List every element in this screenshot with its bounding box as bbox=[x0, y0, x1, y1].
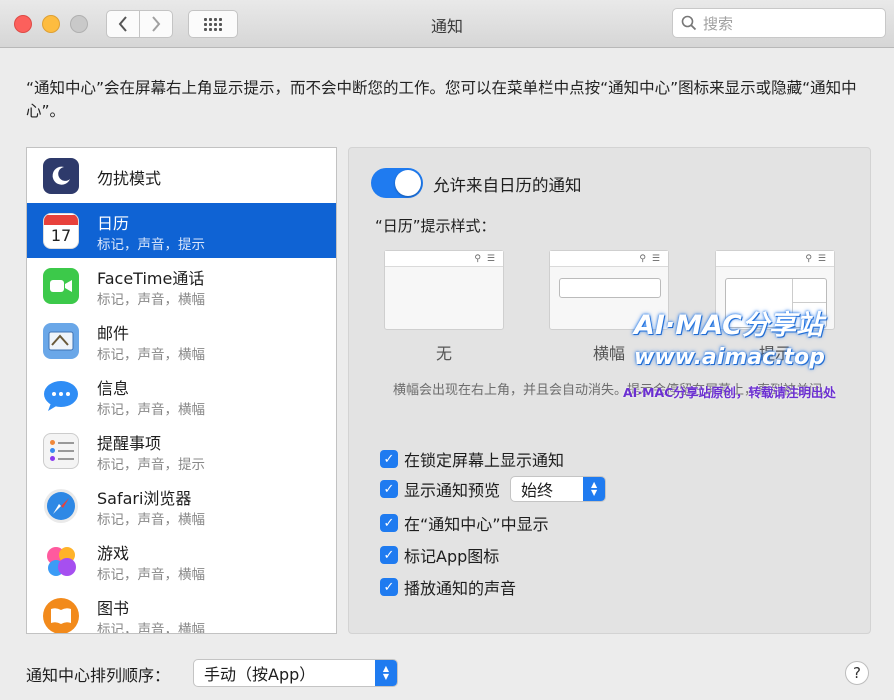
item-label: 勿扰模式 bbox=[97, 169, 162, 188]
search-icon: ⚲ bbox=[805, 253, 812, 264]
watermark-line-2: www.aimac.top bbox=[634, 345, 825, 370]
watermark-line-3: AI·MAC分享站原创，转载请注明出处 bbox=[623, 385, 836, 400]
banner-preview bbox=[559, 278, 661, 298]
reminders-icon bbox=[43, 432, 79, 469]
search-input[interactable]: 搜索 bbox=[672, 8, 886, 38]
list-item-reminders[interactable]: 提醒事项 标记，声音，提示 bbox=[27, 423, 336, 478]
item-sublabel: 标记，声音，横幅 bbox=[97, 567, 205, 583]
checkbox-label: 标记App图标 bbox=[404, 547, 500, 566]
checkbox[interactable]: ✓ bbox=[380, 450, 398, 468]
help-icon: ? bbox=[853, 664, 861, 682]
item-sublabel: 标记，声音，横幅 bbox=[97, 402, 205, 418]
alert-style-label: “日历”提示样式： bbox=[375, 217, 496, 235]
item-label: 信息 bbox=[97, 379, 130, 398]
checkbox-label: 显示通知预览 bbox=[404, 481, 501, 500]
list-item-game-center[interactable]: 游戏 标记，声音，横幅 bbox=[27, 533, 336, 588]
checkbox[interactable]: ✓ bbox=[380, 578, 398, 596]
item-sublabel: 标记，声音，横幅 bbox=[97, 347, 205, 363]
sort-order-popup[interactable]: 手动（按App） ▲ ▼ bbox=[193, 659, 398, 687]
list-item-do-not-disturb[interactable]: 勿扰模式 bbox=[27, 148, 336, 203]
popup-value: 始终 bbox=[521, 481, 554, 500]
toolbar: 通知 搜索 bbox=[0, 0, 894, 48]
description-text: “通知中心”会在屏幕右上角显示提示，而不会中断您的工作。您可以在菜单栏中点按“通… bbox=[26, 79, 857, 120]
list-icon: ☰ bbox=[651, 253, 660, 264]
checkbox[interactable]: ✓ bbox=[380, 546, 398, 564]
item-label: 图书 bbox=[97, 599, 130, 618]
checkbox-row[interactable]: ✓ 播放通知的声音 bbox=[380, 576, 516, 598]
game-center-icon bbox=[43, 543, 79, 579]
allow-notifications-label: 允许来自日历的通知 bbox=[433, 176, 582, 195]
item-sublabel: 标记，声音，横幅 bbox=[97, 292, 205, 308]
item-label: 日历 bbox=[97, 214, 130, 233]
item-sublabel: 标记，声音，横幅 bbox=[97, 512, 205, 528]
checkbox-row[interactable]: ✓ 显示通知预览 始终 ▲ ▼ bbox=[380, 476, 607, 502]
item-label: Safari浏览器 bbox=[97, 489, 192, 508]
list-icon: ☰ bbox=[817, 253, 826, 264]
help-button[interactable]: ? bbox=[845, 661, 869, 685]
search-icon: ⚲ bbox=[474, 253, 481, 264]
checkbox[interactable]: ✓ bbox=[380, 480, 398, 498]
books-icon bbox=[43, 597, 79, 633]
item-label: 邮件 bbox=[97, 324, 130, 343]
sort-order-label: 通知中心排列顺序： bbox=[26, 666, 171, 685]
item-label: 游戏 bbox=[97, 544, 130, 563]
mail-icon bbox=[43, 322, 79, 359]
list-item-safari[interactable]: Safari浏览器 标记，声音，横幅 bbox=[27, 478, 336, 533]
style-name-none: 无 bbox=[435, 344, 452, 363]
list-item-messages[interactable]: 信息 标记，声音，横幅 bbox=[27, 368, 336, 423]
item-sublabel: 标记，声音，横幅 bbox=[97, 622, 205, 634]
search-icon bbox=[681, 15, 697, 31]
checkbox-label: 播放通知的声音 bbox=[404, 579, 517, 598]
facetime-icon bbox=[43, 267, 79, 304]
messages-icon bbox=[43, 378, 79, 414]
checkbox-label: 在锁定屏幕上显示通知 bbox=[404, 451, 565, 470]
list-item-mail[interactable]: 邮件 标记，声音，横幅 bbox=[27, 313, 336, 368]
style-option-none[interactable]: ⚲ ☰ bbox=[384, 250, 504, 330]
search-icon: ⚲ bbox=[639, 253, 646, 264]
search-placeholder: 搜索 bbox=[703, 14, 734, 33]
item-label: 提醒事项 bbox=[97, 434, 162, 453]
checkbox-row[interactable]: ✓ 标记App图标 bbox=[380, 544, 499, 566]
checkbox-row[interactable]: ✓ 在“通知中心”中显示 bbox=[380, 512, 549, 534]
app-list: 勿扰模式 17 日历 标记，声音，提示 FaceTime通话 标记，声音，横幅 … bbox=[26, 147, 337, 634]
list-item-books[interactable]: 图书 标记，声音，横幅 bbox=[27, 588, 336, 634]
list-icon: ☰ bbox=[486, 253, 495, 264]
allow-notifications-toggle[interactable] bbox=[371, 168, 423, 198]
watermark: AI·MAC分享站 www.aimac.top bbox=[634, 303, 825, 370]
preview-popup[interactable]: 始终 ▲ ▼ bbox=[510, 476, 607, 502]
watermark-line-1: AI·MAC分享站 bbox=[634, 310, 823, 341]
list-item-calendar[interactable]: 17 日历 标记，声音，提示 bbox=[27, 203, 336, 258]
item-label: FaceTime通话 bbox=[97, 269, 205, 288]
updown-arrows-icon: ▲ ▼ bbox=[583, 477, 606, 501]
list-item-facetime[interactable]: FaceTime通话 标记，声音，横幅 bbox=[27, 258, 336, 313]
item-sublabel: 标记，声音，提示 bbox=[97, 457, 205, 473]
updown-arrows-icon: ▲ ▼ bbox=[375, 660, 397, 686]
safari-icon bbox=[43, 488, 79, 524]
checkbox-label: 在“通知中心”中显示 bbox=[404, 515, 549, 534]
calendar-icon: 17 bbox=[43, 212, 79, 249]
checkbox-row[interactable]: ✓ 在锁定屏幕上显示通知 bbox=[380, 448, 564, 470]
toggle-knob bbox=[395, 170, 421, 196]
item-sublabel: 标记，声音，提示 bbox=[97, 237, 205, 253]
checkbox[interactable]: ✓ bbox=[380, 514, 398, 532]
popup-value: 手动（按App） bbox=[204, 665, 316, 684]
moon-icon bbox=[43, 157, 79, 194]
